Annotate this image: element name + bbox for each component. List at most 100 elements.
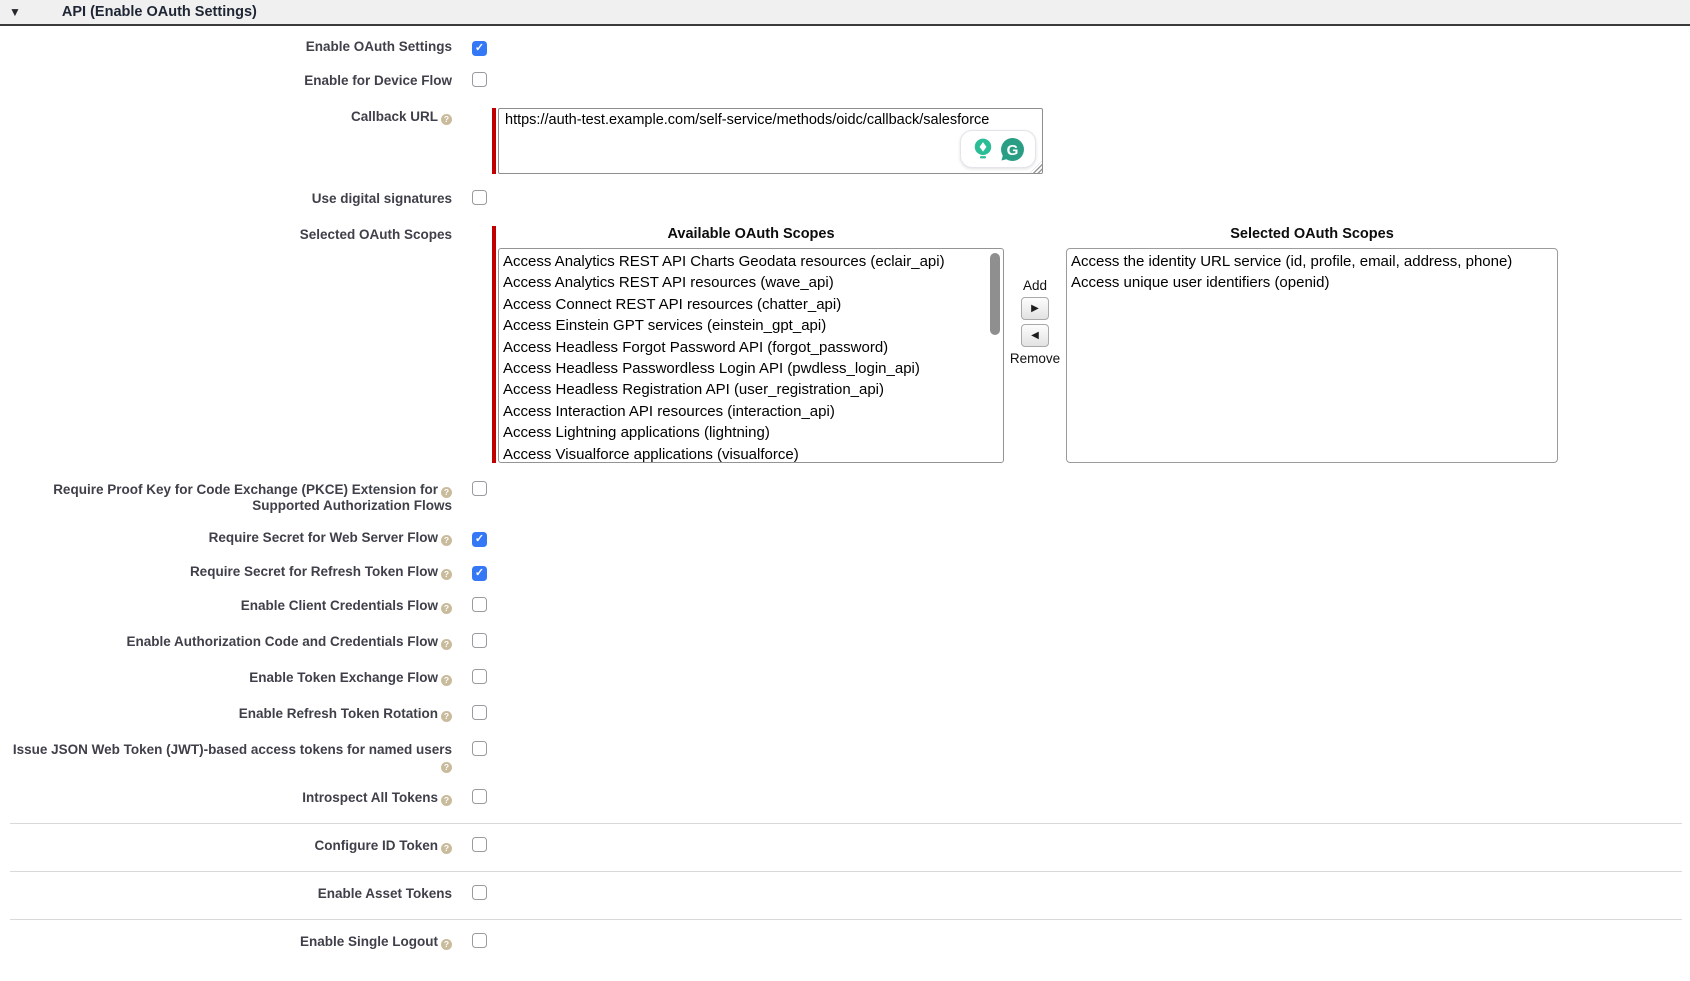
- mid-rows: Use digital signatures: [0, 190, 1690, 210]
- checkbox-use-digital-signatures[interactable]: [472, 190, 487, 205]
- checkbox-enable-refresh-token-rotation[interactable]: [472, 705, 487, 720]
- row-require-secret-web-server-flow: Require Secret for Web Server Flow? ✓: [0, 529, 1690, 547]
- label-text: Enable OAuth Settings: [306, 39, 452, 54]
- bottom-rows: Require Proof Key for Code Exchange (PKC…: [0, 481, 1690, 953]
- scope-option[interactable]: Access Connect REST API resources (chatt…: [503, 294, 1003, 315]
- row-configure-id-token: Configure ID Token?: [0, 837, 1690, 857]
- lightbulb-icon[interactable]: [970, 136, 996, 162]
- available-scopes-listbox[interactable]: Access Analytics REST API Charts Geodata…: [498, 248, 1004, 463]
- help-icon[interactable]: ?: [441, 843, 452, 854]
- label-text: Configure ID Token: [315, 838, 439, 853]
- label-selected-oauth-scopes: Selected OAuth Scopes: [0, 226, 452, 242]
- scope-option[interactable]: Access Analytics REST API Charts Geodata…: [503, 251, 1003, 272]
- remove-scope-button[interactable]: ◀: [1021, 324, 1049, 347]
- label-enable-client-credentials-flow: Enable Client Credentials Flow?: [0, 597, 452, 614]
- checkbox-enable-oauth-settings[interactable]: ✓: [472, 41, 487, 56]
- checkbox-require-pkce-extension[interactable]: [472, 481, 487, 496]
- help-icon[interactable]: ?: [441, 675, 452, 686]
- label-text: Introspect All Tokens: [302, 790, 438, 805]
- scope-option[interactable]: Access Analytics REST API resources (wav…: [503, 272, 1003, 293]
- grammarly-icon[interactable]: G: [999, 136, 1026, 163]
- scope-option[interactable]: Access Lightning applications (lightning…: [503, 422, 1003, 443]
- scope-option[interactable]: Access Interaction API resources (intera…: [503, 401, 1003, 422]
- row-enable-oauth-settings: Enable OAuth Settings ✓: [0, 38, 1690, 56]
- collapse-twisty-icon[interactable]: ▼: [9, 6, 21, 18]
- checkbox-enable-asset-tokens[interactable]: [472, 885, 487, 900]
- label-enable-oauth-settings: Enable OAuth Settings: [0, 38, 452, 54]
- available-scopes-header: Available OAuth Scopes: [498, 226, 1004, 242]
- row-issue-jwt-access-tokens-for-named-users: Issue JSON Web Token (JWT)-based access …: [0, 741, 1690, 773]
- label-text: Enable Asset Tokens: [318, 886, 452, 901]
- remove-label: Remove: [1010, 351, 1060, 366]
- row-enable-asset-tokens: Enable Asset Tokens: [0, 885, 1690, 905]
- label-enable-single-logout: Enable Single Logout?: [0, 933, 452, 950]
- label-text: Issue JSON Web Token (JWT)-based access …: [13, 742, 452, 757]
- scope-option[interactable]: Access Visualforce applications (visualf…: [503, 444, 1003, 463]
- checkbox-introspect-all-tokens[interactable]: [472, 789, 487, 804]
- scope-option[interactable]: Access Headless Passwordless Login API (…: [503, 358, 1003, 379]
- help-icon[interactable]: ?: [441, 487, 452, 498]
- available-scopes-items: Access Analytics REST API Charts Geodata…: [499, 249, 1003, 463]
- label-issue-jwt-access-tokens-for-named-users: Issue JSON Web Token (JWT)-based access …: [0, 741, 452, 773]
- row-enable-token-exchange-flow: Enable Token Exchange Flow?: [0, 669, 1690, 689]
- checkbox-issue-jwt-access-tokens-for-named-users[interactable]: [472, 741, 487, 756]
- label-introspect-all-tokens: Introspect All Tokens?: [0, 789, 452, 806]
- label-text: Supported Authorization Flows: [252, 498, 452, 513]
- row-enable-for-device-flow: Enable for Device Flow: [0, 72, 1690, 92]
- row-enable-authorization-code-and-credentials-flow: Enable Authorization Code and Credential…: [0, 633, 1690, 653]
- checkbox-enable-token-exchange-flow[interactable]: [472, 669, 487, 684]
- label-require-secret-web-server-flow: Require Secret for Web Server Flow?: [0, 529, 452, 546]
- help-icon[interactable]: ?: [441, 762, 452, 773]
- checkbox-enable-client-credentials-flow[interactable]: [472, 597, 487, 612]
- checkbox-configure-id-token[interactable]: [472, 837, 487, 852]
- top-rows: Enable OAuth Settings ✓ Enable for Device …: [0, 38, 1690, 92]
- checkbox-enable-authorization-code-and-credentials-flow[interactable]: [472, 633, 487, 648]
- selected-scopes-listbox[interactable]: Access the identity URL service (id, pro…: [1066, 248, 1558, 463]
- label-text: Enable Client Credentials Flow: [241, 598, 438, 613]
- add-scope-button[interactable]: ▶: [1021, 297, 1049, 320]
- help-icon[interactable]: ?: [441, 711, 452, 722]
- row-divider: [10, 919, 1682, 920]
- label-enable-token-exchange-flow: Enable Token Exchange Flow?: [0, 669, 452, 686]
- row-require-secret-refresh-token-flow: Require Secret for Refresh Token Flow? ✓: [0, 563, 1690, 581]
- section-title: API (Enable OAuth Settings): [62, 4, 257, 20]
- row-enable-client-credentials-flow: Enable Client Credentials Flow?: [0, 597, 1690, 617]
- label-text: Require Secret for Refresh Token Flow: [190, 564, 438, 579]
- label-enable-for-device-flow: Enable for Device Flow: [0, 72, 452, 88]
- row-divider: [10, 823, 1682, 824]
- label-text: Require Proof Key for Code Exchange (PKC…: [53, 482, 438, 497]
- scope-option[interactable]: Access the identity URL service (id, pro…: [1071, 251, 1557, 272]
- checkbox-enable-single-logout[interactable]: [472, 933, 487, 948]
- section-header: ▼ API (Enable OAuth Settings): [0, 0, 1690, 26]
- scrollbar-thumb[interactable]: [990, 253, 1000, 335]
- row-introspect-all-tokens: Introspect All Tokens?: [0, 789, 1690, 809]
- label-callback-url: Callback URL?: [0, 108, 452, 125]
- help-icon[interactable]: ?: [441, 603, 452, 614]
- help-icon[interactable]: ?: [441, 535, 452, 546]
- row-selected-oauth-scopes: Selected OAuth Scopes Available OAuth Sc…: [0, 226, 1690, 463]
- help-icon[interactable]: ?: [441, 939, 452, 950]
- label-text: Enable for Device Flow: [304, 73, 452, 88]
- help-icon[interactable]: ?: [441, 569, 452, 580]
- help-icon[interactable]: ?: [441, 639, 452, 650]
- required-field-bar: [492, 108, 496, 174]
- label-text: Require Secret for Web Server Flow: [209, 530, 438, 545]
- scope-option[interactable]: Access Headless Forgot Password API (for…: [503, 337, 1003, 358]
- label-text: Enable Refresh Token Rotation: [239, 706, 438, 721]
- checkbox-require-secret-web-server-flow[interactable]: ✓: [472, 532, 487, 547]
- row-divider: [10, 871, 1682, 872]
- checkbox-enable-for-device-flow[interactable]: [472, 72, 487, 87]
- checkbox-require-secret-refresh-token-flow[interactable]: ✓: [472, 566, 487, 581]
- add-label: Add: [1023, 278, 1047, 293]
- grammarly-overlay[interactable]: G: [960, 130, 1036, 168]
- help-icon[interactable]: ?: [441, 795, 452, 806]
- label-require-pkce-extension: Require Proof Key for Code Exchange (PKC…: [0, 481, 452, 513]
- label-enable-authorization-code-and-credentials-flow: Enable Authorization Code and Credential…: [0, 633, 452, 650]
- row-use-digital-signatures: Use digital signatures: [0, 190, 1690, 210]
- label-require-secret-refresh-token-flow: Require Secret for Refresh Token Flow?: [0, 563, 452, 580]
- scope-option[interactable]: Access unique user identifiers (openid): [1071, 272, 1557, 293]
- help-icon[interactable]: ?: [441, 114, 452, 125]
- right-arrow-icon: ▶: [1031, 303, 1039, 314]
- scope-option[interactable]: Access Einstein GPT services (einstein_g…: [503, 315, 1003, 336]
- scope-option[interactable]: Access Headless Registration API (user_r…: [503, 379, 1003, 400]
